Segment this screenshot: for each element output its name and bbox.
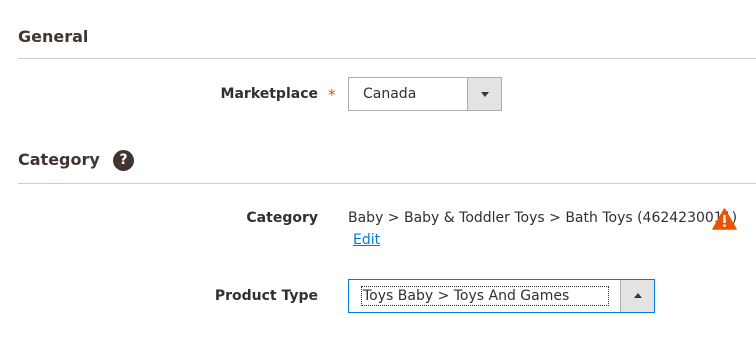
category-section-title: Category (18, 150, 100, 169)
product-type-dropdown-button[interactable] (620, 280, 654, 312)
category-label: Category (246, 210, 318, 226)
marketplace-select[interactable]: Canada (348, 77, 502, 111)
category-path-value: Baby > Baby & Toddler Toys > Bath Toys (… (348, 210, 738, 226)
chevron-up-icon (633, 293, 642, 298)
product-type-selected-value: Toys Baby > Toys And Games (363, 288, 570, 304)
warning-triangle-icon (712, 208, 737, 230)
marketplace-label: Marketplace (220, 86, 318, 102)
general-divider (18, 58, 756, 59)
edit-category-link[interactable]: Edit (353, 232, 380, 248)
marketplace-selected-value: Canada (363, 86, 417, 102)
general-section-title: General (18, 27, 89, 46)
chevron-down-icon (480, 92, 489, 97)
required-asterisk: * (328, 86, 336, 104)
category-divider (18, 183, 756, 184)
marketplace-dropdown-button[interactable] (467, 78, 501, 110)
product-type-label: Product Type (214, 288, 318, 304)
question-circle-icon[interactable]: ? (113, 150, 134, 171)
product-type-select[interactable]: Toys Baby > Toys And Games (348, 279, 655, 313)
